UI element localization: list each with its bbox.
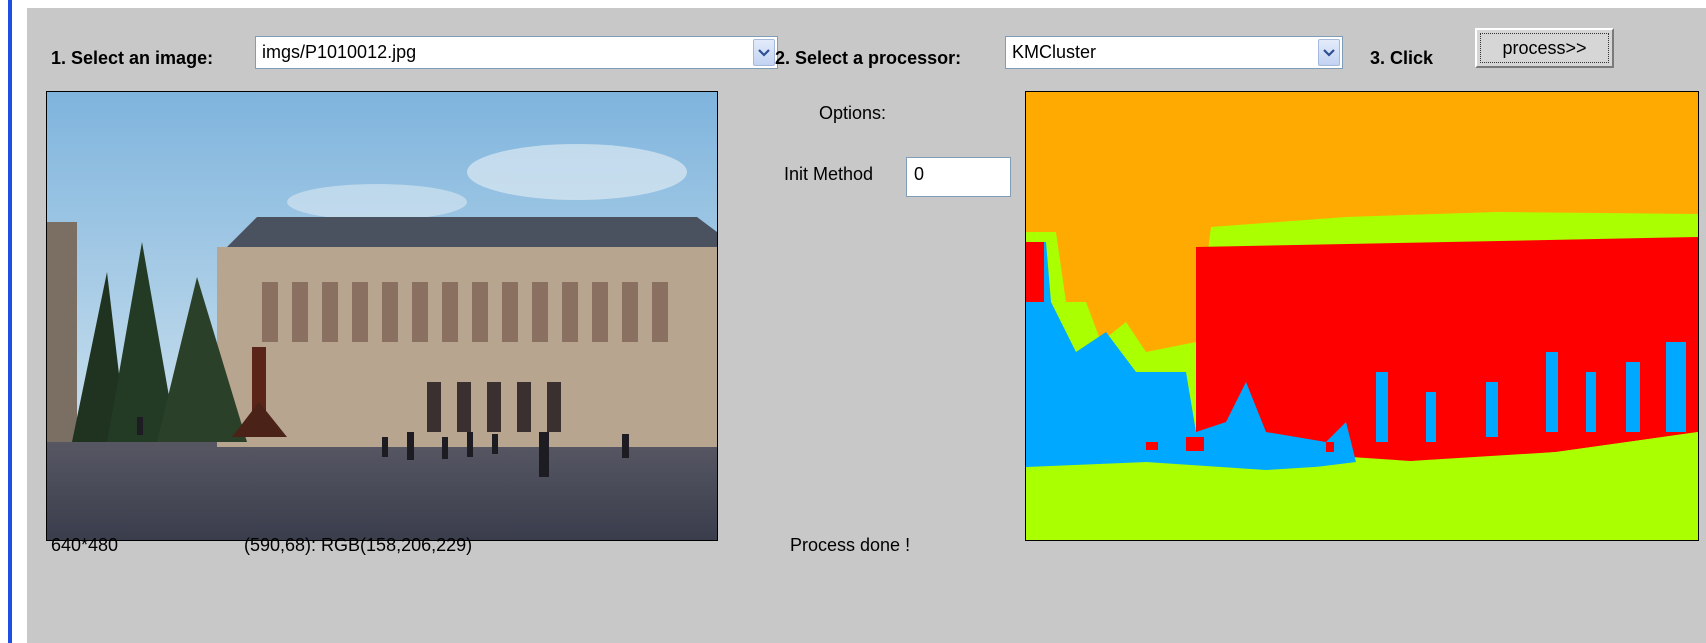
main-panel: 1. Select an image: imgs/P1010012.jpg 2.… <box>27 8 1706 643</box>
chevron-down-icon[interactable] <box>753 39 775 66</box>
image-size-label: 640*480 <box>51 535 119 555</box>
chevron-down-icon[interactable] <box>1318 39 1340 66</box>
processor-select[interactable]: KMCluster <box>1005 36 1343 69</box>
step1-label: 1. Select an image: <box>51 48 214 68</box>
init-method-label: Init Method <box>784 164 874 184</box>
pixel-info-label: (590,68): RGB(158,206,229) <box>244 535 473 555</box>
original-image[interactable] <box>46 91 718 541</box>
options-label: Options: <box>819 103 887 123</box>
process-button-label: process>> <box>1480 33 1609 63</box>
campus-library-photo <box>47 92 717 540</box>
process-button[interactable]: process>> <box>1475 28 1614 68</box>
processed-image[interactable] <box>1025 91 1699 541</box>
step2-label: 2. Select a processor: <box>775 48 962 68</box>
cluster-result-image <box>1026 92 1698 540</box>
image-select-value: imgs/P1010012.jpg <box>262 42 417 62</box>
process-status-label: Process done ! <box>790 535 911 555</box>
init-method-input[interactable]: 0 <box>906 157 1011 197</box>
image-select[interactable]: imgs/P1010012.jpg <box>255 36 778 69</box>
step3-label: 3. Click <box>1370 48 1434 68</box>
window-edge-accent <box>8 0 12 643</box>
processor-select-value: KMCluster <box>1012 42 1097 62</box>
